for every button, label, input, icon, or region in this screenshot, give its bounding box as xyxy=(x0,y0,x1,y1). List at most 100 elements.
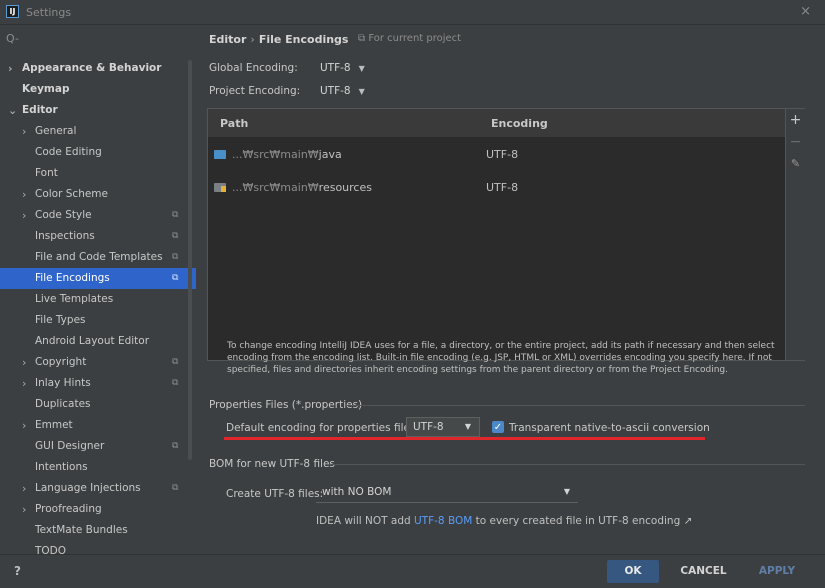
path-encoding-table: Path Encoding ...₩src₩main₩java UTF-8 ..… xyxy=(207,108,805,361)
chevron-right-icon[interactable]: › xyxy=(22,499,26,520)
bom-note-post: to every created file in UTF-8 encoding … xyxy=(472,515,693,527)
encoding-cell[interactable]: UTF-8 xyxy=(486,148,518,161)
sidebar-item-emmet[interactable]: › Emmet xyxy=(0,415,196,436)
bom-section-title: BOM for new UTF-8 files xyxy=(209,458,335,470)
sidebar-item-intentions[interactable]: Intentions xyxy=(0,457,196,478)
project-encoding-dropdown[interactable]: UTF-8 ▼ xyxy=(320,85,365,97)
sidebar-item-appearance[interactable]: › Appearance & Behavior xyxy=(0,58,196,79)
properties-encoding-dropdown[interactable]: UTF-8 ▼ xyxy=(406,417,480,437)
sidebar-item-label: Copyright xyxy=(35,356,87,368)
for-current-project-label: ⧉ For current project xyxy=(358,33,462,44)
sidebar-scrollbar[interactable] xyxy=(188,60,192,460)
sidebar-item-code-style[interactable]: › Code Style ⧉ xyxy=(0,205,196,226)
help-icon[interactable]: ? xyxy=(14,564,21,578)
sidebar-item-code-editing[interactable]: Code Editing xyxy=(0,142,196,163)
sidebar-item-duplicates[interactable]: Duplicates xyxy=(0,394,196,415)
breadcrumb: Editor › File Encodings xyxy=(209,33,348,46)
sidebar-item-color-scheme[interactable]: › Color Scheme xyxy=(0,184,196,205)
sidebar-item-proofreading[interactable]: › Proofreading xyxy=(0,499,196,520)
sidebar-item-copyright[interactable]: › Copyright ⧉ xyxy=(0,352,196,373)
sidebar-item-label: Keymap xyxy=(22,83,70,95)
close-icon[interactable]: × xyxy=(800,4,811,19)
add-icon[interactable]: + xyxy=(786,109,805,131)
sidebar-item-live-templates[interactable]: Live Templates xyxy=(0,289,196,310)
properties-section-title: Properties Files (*.properties) xyxy=(209,399,363,411)
sidebar-item-file-encodings[interactable]: File Encodings ⧉ xyxy=(0,268,196,289)
sidebar-item-label: Code Editing xyxy=(35,146,102,158)
sidebar-item-label: Intentions xyxy=(35,461,88,473)
global-encoding-dropdown[interactable]: UTF-8 ▼ xyxy=(320,62,365,74)
sidebar-item-language-injections[interactable]: › Language Injections ⧉ xyxy=(0,478,196,499)
path-cell: ...₩src₩main₩resources xyxy=(232,181,372,194)
settings-tree: › Appearance & Behavior Keymap ⌄ Editor › G… xyxy=(0,58,196,554)
bom-section-header: BOM for new UTF-8 files xyxy=(209,458,806,470)
encoding-cell[interactable]: UTF-8 xyxy=(486,181,518,194)
sidebar-item-todo[interactable]: TODO xyxy=(0,541,196,554)
project-scope-icon: ⧉ xyxy=(172,231,179,241)
bom-note-pre: IDEA will NOT add xyxy=(316,515,414,527)
chevron-right-icon[interactable]: › xyxy=(8,58,13,79)
column-header-path[interactable]: Path xyxy=(220,117,248,130)
red-underline-annotation xyxy=(224,437,705,440)
sidebar-item-label: File and Code Templates xyxy=(35,251,163,263)
sidebar-item-file-types[interactable]: File Types xyxy=(0,310,196,331)
project-scope-icon: ⧉ xyxy=(172,441,179,451)
remove-icon[interactable]: − xyxy=(786,131,805,153)
path-cell: ...₩src₩main₩java xyxy=(232,148,342,161)
search-input[interactable]: Q- xyxy=(6,32,186,50)
project-scope-icon: ⧉ xyxy=(172,378,179,388)
project-scope-icon: ⧉ xyxy=(172,357,179,367)
bom-dropdown[interactable]: with NO BOM ▼ xyxy=(316,483,578,503)
apply-button[interactable]: APPLY xyxy=(748,560,806,583)
table-row[interactable]: ...₩src₩main₩java UTF-8 xyxy=(208,142,785,170)
create-utf8-label: Create UTF-8 files: xyxy=(226,488,324,500)
chevron-right-icon[interactable]: › xyxy=(22,121,26,142)
path-name: java xyxy=(318,148,342,161)
sidebar-item-android-layout-editor[interactable]: Android Layout Editor xyxy=(0,331,196,352)
chevron-right-icon[interactable]: › xyxy=(22,352,26,373)
sidebar-item-font[interactable]: Font xyxy=(0,163,196,184)
dropdown-arrow-icon: ▼ xyxy=(358,87,365,96)
breadcrumb-current: File Encodings xyxy=(258,33,349,46)
utf8-bom-link[interactable]: UTF-8 BOM xyxy=(414,515,472,527)
settings-sidebar: Q- › Appearance & Behavior Keymap ⌄ Editor… xyxy=(0,26,196,554)
chevron-right-icon[interactable]: › xyxy=(22,373,26,394)
project-scope-icon: ⧉ xyxy=(172,273,179,283)
breadcrumb-parent[interactable]: Editor xyxy=(209,33,246,46)
sidebar-item-general[interactable]: › General xyxy=(0,121,196,142)
transparent-conversion-label[interactable]: Transparent native-to-ascii conversion xyxy=(509,422,710,434)
sidebar-item-label: TextMate Bundles xyxy=(35,524,128,536)
properties-section-header: Properties Files (*.properties) xyxy=(209,399,806,411)
bom-value: with NO BOM xyxy=(322,486,392,498)
encoding-help-text: To change encoding IntelliJ IDEA uses fo… xyxy=(227,341,775,375)
chevron-right-icon[interactable]: › xyxy=(22,184,26,205)
sidebar-item-label: Live Templates xyxy=(35,293,114,305)
sidebar-item-gui-designer[interactable]: GUI Designer ⧉ xyxy=(0,436,196,457)
sidebar-item-inspections[interactable]: Inspections ⧉ xyxy=(0,226,196,247)
resources-folder-icon xyxy=(214,183,226,192)
sidebar-item-label: Font xyxy=(35,167,58,179)
table-row[interactable]: ...₩src₩main₩resources UTF-8 xyxy=(208,175,785,203)
chevron-right-icon[interactable]: › xyxy=(22,415,26,436)
chevron-down-icon[interactable]: ⌄ xyxy=(8,100,17,121)
edit-icon[interactable]: ✎ xyxy=(786,153,805,175)
sidebar-item-label: Inlay Hints xyxy=(35,377,91,389)
sidebar-item-inlay-hints[interactable]: › Inlay Hints ⧉ xyxy=(0,373,196,394)
ok-button[interactable]: OK xyxy=(607,560,659,583)
properties-encoding-value: UTF-8 xyxy=(413,421,444,433)
project-scope-icon: ⧉ xyxy=(172,210,179,220)
section-divider xyxy=(345,405,805,406)
transparent-conversion-checkbox[interactable]: ✓ xyxy=(492,421,504,433)
sidebar-item-textmate-bundles[interactable]: TextMate Bundles xyxy=(0,520,196,541)
sidebar-item-label: GUI Designer xyxy=(35,440,105,452)
chevron-right-icon[interactable]: › xyxy=(22,205,26,226)
cancel-button[interactable]: CANCEL xyxy=(672,560,735,583)
window-title: Settings xyxy=(26,6,72,19)
sidebar-item-editor[interactable]: ⌄ Editor xyxy=(0,100,196,121)
column-header-encoding[interactable]: Encoding xyxy=(491,117,548,130)
dialog-footer: ? OK CANCEL APPLY xyxy=(0,554,825,588)
sidebar-item-keymap[interactable]: Keymap xyxy=(0,79,196,100)
chevron-right-icon[interactable]: › xyxy=(22,478,26,499)
source-folder-icon xyxy=(214,150,226,159)
sidebar-item-file-code-templates[interactable]: File and Code Templates ⧉ xyxy=(0,247,196,268)
